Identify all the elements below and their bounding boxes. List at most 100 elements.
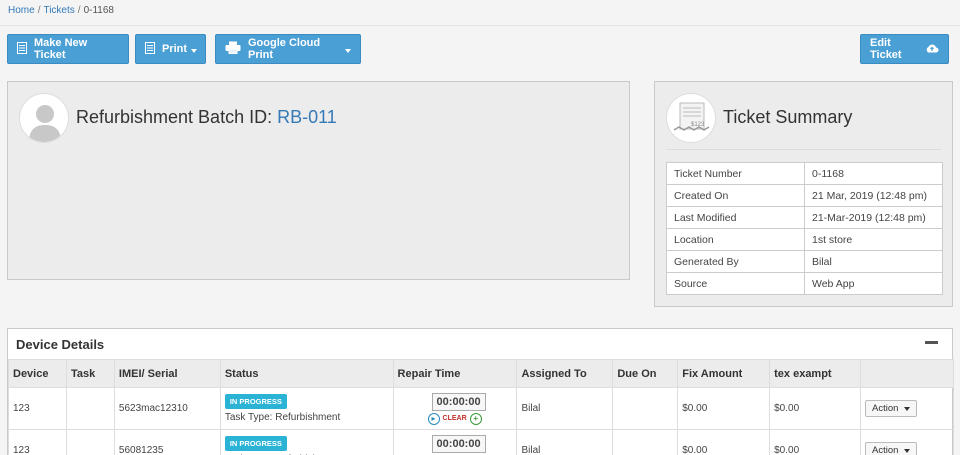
collapse-icon[interactable] [925, 341, 938, 344]
summary-label: Generated By [666, 250, 805, 273]
assigned-cell: Bilal [516, 429, 614, 455]
task-cell [65, 387, 115, 430]
chevron-down-icon [904, 406, 911, 411]
summary-row: Location 1st store [666, 228, 943, 251]
assigned-cell: Bilal [516, 387, 614, 430]
tex-exampt-cell: $0.00 [769, 429, 861, 455]
action-label: Action [872, 403, 899, 414]
task-cell [65, 429, 115, 455]
table-row: 123 5623mac12310 IN PROGRESS Task Type: Ref… [8, 387, 954, 430]
due-cell [612, 429, 679, 455]
batch-label: Refurbishment Batch ID: [76, 107, 273, 127]
clear-timer-button[interactable]: CLEAR [443, 415, 467, 422]
summary-label: Source [666, 272, 805, 295]
status-cell: IN PROGRESSTask Type: Refurbishment [219, 429, 394, 455]
column-header: Assigned To [516, 359, 614, 388]
play-icon[interactable]: ▸ [427, 412, 440, 425]
summary-divider [666, 149, 941, 150]
device-details-panel: Device Details Device Task IMEI/ Serial Sta… [7, 328, 954, 455]
fix-amount-cell: $0.00 [677, 387, 771, 430]
breadcrumb-separator: / [77, 5, 81, 16]
action-dropdown[interactable]: Action [865, 400, 918, 417]
document-icon [145, 41, 155, 57]
google-cloud-print-button[interactable]: Google Cloud Print [215, 34, 361, 64]
summary-label: Created On [666, 184, 805, 207]
table-row: 123 56081235IN PROGRESSTask Type: Refurbi… [8, 429, 954, 455]
repair-time-cell: 00:00:00▸CLEAR+ [392, 387, 518, 430]
document-icon [17, 41, 27, 57]
summary-value: 0-1168 [804, 162, 943, 185]
column-header: Device [8, 359, 67, 388]
printer-icon [225, 41, 241, 57]
ticket-summary-panel: $123 Ticket Summary Ticket Number 0-1168 C… [654, 81, 953, 307]
batch-panel: Refurbishment Batch ID: RB-011 [7, 81, 630, 280]
breadcrumb-current: 0-1168 [83, 5, 114, 16]
action-label: Action [872, 445, 899, 455]
summary-row: Source Web App [666, 272, 943, 295]
column-header: tex exampt [769, 359, 861, 388]
summary-row: Generated By Bilal [666, 250, 943, 273]
summary-value: 21-Mar-2019 (12:48 pm) [804, 206, 943, 229]
repair-timer: 00:00:00 [431, 434, 486, 453]
add-time-icon[interactable]: + [469, 412, 482, 425]
device-cell: 123 [8, 387, 67, 430]
column-header: Repair Time [392, 359, 518, 388]
ticket-summary-table: Ticket Number 0-1168 Created On 21 Mar, 201… [666, 162, 943, 295]
column-header [860, 359, 954, 388]
breadcrumb-divider [0, 25, 960, 26]
edit-ticket-label: Edit Ticket [870, 37, 902, 61]
batch-id: RB-011 [277, 107, 337, 127]
summary-label: Ticket Number [666, 162, 805, 185]
summary-value: 1st store [804, 228, 943, 251]
summary-label: Last Modified [666, 206, 805, 229]
print-label: Print [162, 43, 188, 55]
summary-row: Created On 21 Mar, 2019 (12:48 pm) [666, 184, 943, 207]
print-button[interactable]: Print [135, 34, 206, 64]
device-details-title: Device Details [16, 337, 105, 352]
imei-cell: 56081235 [113, 429, 221, 455]
chevron-down-icon [904, 448, 911, 453]
status-cell: IN PROGRESS Task Type: Refurbishment [219, 387, 394, 430]
action-dropdown[interactable]: Action [865, 442, 918, 455]
due-cell [612, 387, 679, 430]
tex-exampt-cell: $0.00 [769, 387, 861, 430]
status-badge: IN PROGRESS [224, 436, 287, 451]
avatar [19, 93, 69, 143]
summary-value: Bilal [804, 250, 943, 273]
chevron-down-icon [191, 48, 198, 53]
ticket-summary-title: Ticket Summary [723, 107, 853, 127]
cloud-upload-icon [925, 43, 939, 56]
breadcrumb: Home / Tickets/0-1168 [8, 5, 114, 16]
column-header: Fix Amount [677, 359, 771, 388]
device-cell: 123 [8, 429, 67, 455]
column-header: Task [65, 359, 115, 388]
summary-row: Ticket Number 0-1168 [666, 162, 943, 185]
summary-value: Web App [804, 272, 943, 295]
summary-label: Location [666, 228, 805, 251]
repair-time-cell: 00:00:00▸CLEAR+ [392, 429, 518, 455]
column-header: Due On [612, 359, 679, 388]
column-header: IMEI/ Serial [113, 359, 221, 388]
chevron-down-icon [345, 48, 351, 53]
status-badge: IN PROGRESS [224, 394, 287, 409]
make-new-ticket-button[interactable]: Make New Ticket [7, 34, 129, 64]
receipt-icon: $123 [666, 93, 716, 143]
action-cell: Action [860, 387, 954, 430]
fix-amount-cell: $0.00 [677, 429, 771, 455]
imei-cell: 5623mac12310 [113, 387, 221, 430]
repair-timer: 00:00:00 [431, 392, 486, 411]
task-type-text: Task Type: Refurbishment [224, 412, 341, 423]
breadcrumb-tickets-link[interactable]: Tickets [43, 5, 74, 16]
batch-title: Refurbishment Batch ID: RB-011 [76, 107, 337, 128]
device-table: Device Task IMEI/ Serial Status Repair Time A… [8, 359, 954, 455]
action-cell: Action [860, 429, 954, 455]
make-new-ticket-label: Make New Ticket [34, 37, 88, 61]
column-header: Status [219, 359, 394, 388]
edit-ticket-button[interactable]: Edit Ticket [860, 34, 949, 64]
google-cloud-print-label: Google Cloud Print [248, 37, 321, 61]
timer-controls: ▸ CLEAR + [427, 412, 513, 425]
summary-row: Last Modified 21-Mar-2019 (12:48 pm) [666, 206, 943, 229]
breadcrumb-separator: / [37, 5, 41, 16]
breadcrumb-home-link[interactable]: Home [8, 5, 35, 16]
summary-value: 21 Mar, 2019 (12:48 pm) [804, 184, 943, 207]
